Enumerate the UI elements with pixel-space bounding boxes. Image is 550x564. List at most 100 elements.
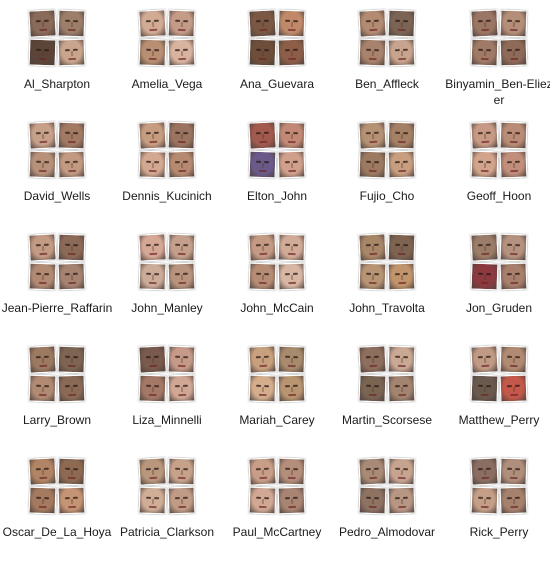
folder-thumbnail-icon[interactable] xyxy=(358,9,416,67)
face-photo-tile xyxy=(499,262,528,291)
folder-thumbnail-icon[interactable] xyxy=(28,345,86,403)
folder-thumbnail-icon[interactable] xyxy=(138,233,196,291)
folder-item[interactable]: Mariah_Carey xyxy=(220,336,330,448)
folder-item[interactable]: Martin_Scorsese xyxy=(330,336,440,448)
face-photo-tile xyxy=(277,486,306,515)
folder-item[interactable]: Al_Sharpton xyxy=(0,0,110,112)
folder-item[interactable]: Larry_Brown xyxy=(0,336,110,448)
folder-label[interactable]: Elton_John xyxy=(220,189,334,205)
folder-item[interactable]: Matthew_Perry xyxy=(442,336,550,448)
folder-label[interactable]: Amelia_Vega xyxy=(110,77,224,93)
folder-item[interactable]: Amelia_Vega xyxy=(110,0,220,112)
folder-thumbnail-icon[interactable] xyxy=(28,121,86,179)
folder-thumbnail-icon[interactable] xyxy=(358,457,416,515)
folder-label[interactable]: John_Travolta xyxy=(330,301,444,317)
folder-label[interactable]: Oscar_De_La_Hoya xyxy=(0,525,114,541)
face-photo-tile xyxy=(138,345,167,374)
folder-thumbnail-icon[interactable] xyxy=(138,121,196,179)
folder-item[interactable]: Rick_Perry xyxy=(442,448,550,560)
face-photo-tile xyxy=(277,345,306,374)
folder-thumbnail-icon[interactable] xyxy=(358,345,416,403)
face-photo-tile xyxy=(387,345,416,374)
face-photo-tile xyxy=(57,150,86,179)
folder-thumbnail-icon[interactable] xyxy=(248,9,306,67)
folder-label[interactable]: Larry_Brown xyxy=(0,413,114,429)
folder-label[interactable]: Paul_McCartney xyxy=(220,525,334,541)
folder-label[interactable]: Al_Sharpton xyxy=(0,77,114,93)
face-photo-tile xyxy=(387,374,416,403)
folder-item[interactable]: Paul_McCartney xyxy=(220,448,330,560)
folder-label[interactable]: Matthew_Perry xyxy=(442,413,550,429)
folder-item[interactable]: John_Travolta xyxy=(330,224,440,336)
folder-label[interactable]: John_Manley xyxy=(110,301,224,317)
folder-item[interactable]: Pedro_Almodovar xyxy=(330,448,440,560)
face-photo-tile xyxy=(387,486,416,515)
folder-thumbnail-icon[interactable] xyxy=(470,121,528,179)
folder-thumbnail-icon[interactable] xyxy=(138,345,196,403)
face-photo-tile xyxy=(358,486,387,515)
folder-thumbnail-icon[interactable] xyxy=(248,345,306,403)
folder-thumbnail-icon[interactable] xyxy=(28,457,86,515)
folder-label[interactable]: Mariah_Carey xyxy=(220,413,334,429)
folder-label[interactable]: Martin_Scorsese xyxy=(330,413,444,429)
folder-thumbnail-icon[interactable] xyxy=(138,9,196,67)
face-photo-tile xyxy=(387,457,416,486)
folder-label[interactable]: Ana_Guevara xyxy=(220,77,334,93)
folder-item[interactable]: David_Wells xyxy=(0,112,110,224)
folder-thumbnail-icon[interactable] xyxy=(358,121,416,179)
face-photo-tile xyxy=(248,345,277,374)
folder-label[interactable]: Pedro_Almodovar xyxy=(330,525,444,541)
folder-label[interactable]: Patricia_Clarkson xyxy=(110,525,224,541)
face-photo-tile xyxy=(138,233,167,262)
face-photo-tile xyxy=(277,121,306,150)
folder-label[interactable]: Jean-Pierre_Raffarin xyxy=(0,301,114,317)
folder-label[interactable]: Liza_Minnelli xyxy=(110,413,224,429)
folder-thumbnail-icon[interactable] xyxy=(28,233,86,291)
face-photo-tile xyxy=(28,233,57,262)
folder-label[interactable]: David_Wells xyxy=(0,189,114,205)
face-photo-tile xyxy=(248,486,277,515)
folder-item[interactable]: Elton_John xyxy=(220,112,330,224)
folder-thumbnail-icon[interactable] xyxy=(470,345,528,403)
face-photo-tile xyxy=(358,374,387,403)
folder-grid: Al_Sharpton Amelia_Vega Ana_Guevara Ben_Aff… xyxy=(0,0,550,564)
folder-item[interactable]: Jean-Pierre_Raffarin xyxy=(0,224,112,336)
face-photo-tile xyxy=(248,150,277,179)
face-photo-tile xyxy=(277,262,306,291)
folder-thumbnail-icon[interactable] xyxy=(248,457,306,515)
folder-label[interactable]: Jon_Gruden xyxy=(442,301,550,317)
folder-item[interactable]: John_Manley xyxy=(110,224,220,336)
face-photo-tile xyxy=(499,150,528,179)
folder-label[interactable]: Rick_Perry xyxy=(442,525,550,541)
folder-item[interactable]: Oscar_De_La_Hoya xyxy=(0,448,111,560)
folder-thumbnail-icon[interactable] xyxy=(470,457,528,515)
folder-label[interactable]: Ben_Affleck xyxy=(330,77,444,93)
folder-item[interactable]: Fujio_Cho xyxy=(330,112,440,224)
folder-item[interactable]: Dennis_Kucinich xyxy=(110,112,220,224)
folder-item[interactable]: Ben_Affleck xyxy=(330,0,440,112)
folder-thumbnail-icon[interactable] xyxy=(138,457,196,515)
folder-thumbnail-icon[interactable] xyxy=(248,233,306,291)
folder-thumbnail-icon[interactable] xyxy=(28,9,86,67)
folder-item[interactable]: John_McCain xyxy=(220,224,330,336)
folder-item[interactable]: Patricia_Clarkson xyxy=(110,448,220,560)
folder-label[interactable]: Dennis_Kucinich xyxy=(110,189,224,205)
folder-thumbnail-icon[interactable] xyxy=(470,9,528,67)
folder-thumbnail-icon[interactable] xyxy=(470,233,528,291)
folder-item[interactable]: Binyamin_Ben-Eliezer xyxy=(442,0,550,112)
folder-label[interactable]: Binyamin_Ben-Eliezer xyxy=(442,77,550,108)
face-photo-tile xyxy=(499,374,528,403)
folder-label[interactable]: Fujio_Cho xyxy=(330,189,444,205)
face-photo-tile xyxy=(277,374,306,403)
face-photo-tile xyxy=(470,374,499,403)
folder-thumbnail-icon[interactable] xyxy=(248,121,306,179)
folder-item[interactable]: Jon_Gruden xyxy=(442,224,550,336)
face-photo-tile xyxy=(57,9,86,38)
folder-label[interactable]: Geoff_Hoon xyxy=(442,189,550,205)
folder-label[interactable]: John_McCain xyxy=(220,301,334,317)
face-photo-tile xyxy=(57,486,86,515)
folder-item[interactable]: Geoff_Hoon xyxy=(442,112,550,224)
folder-item[interactable]: Liza_Minnelli xyxy=(110,336,220,448)
folder-item[interactable]: Ana_Guevara xyxy=(220,0,330,112)
folder-thumbnail-icon[interactable] xyxy=(358,233,416,291)
